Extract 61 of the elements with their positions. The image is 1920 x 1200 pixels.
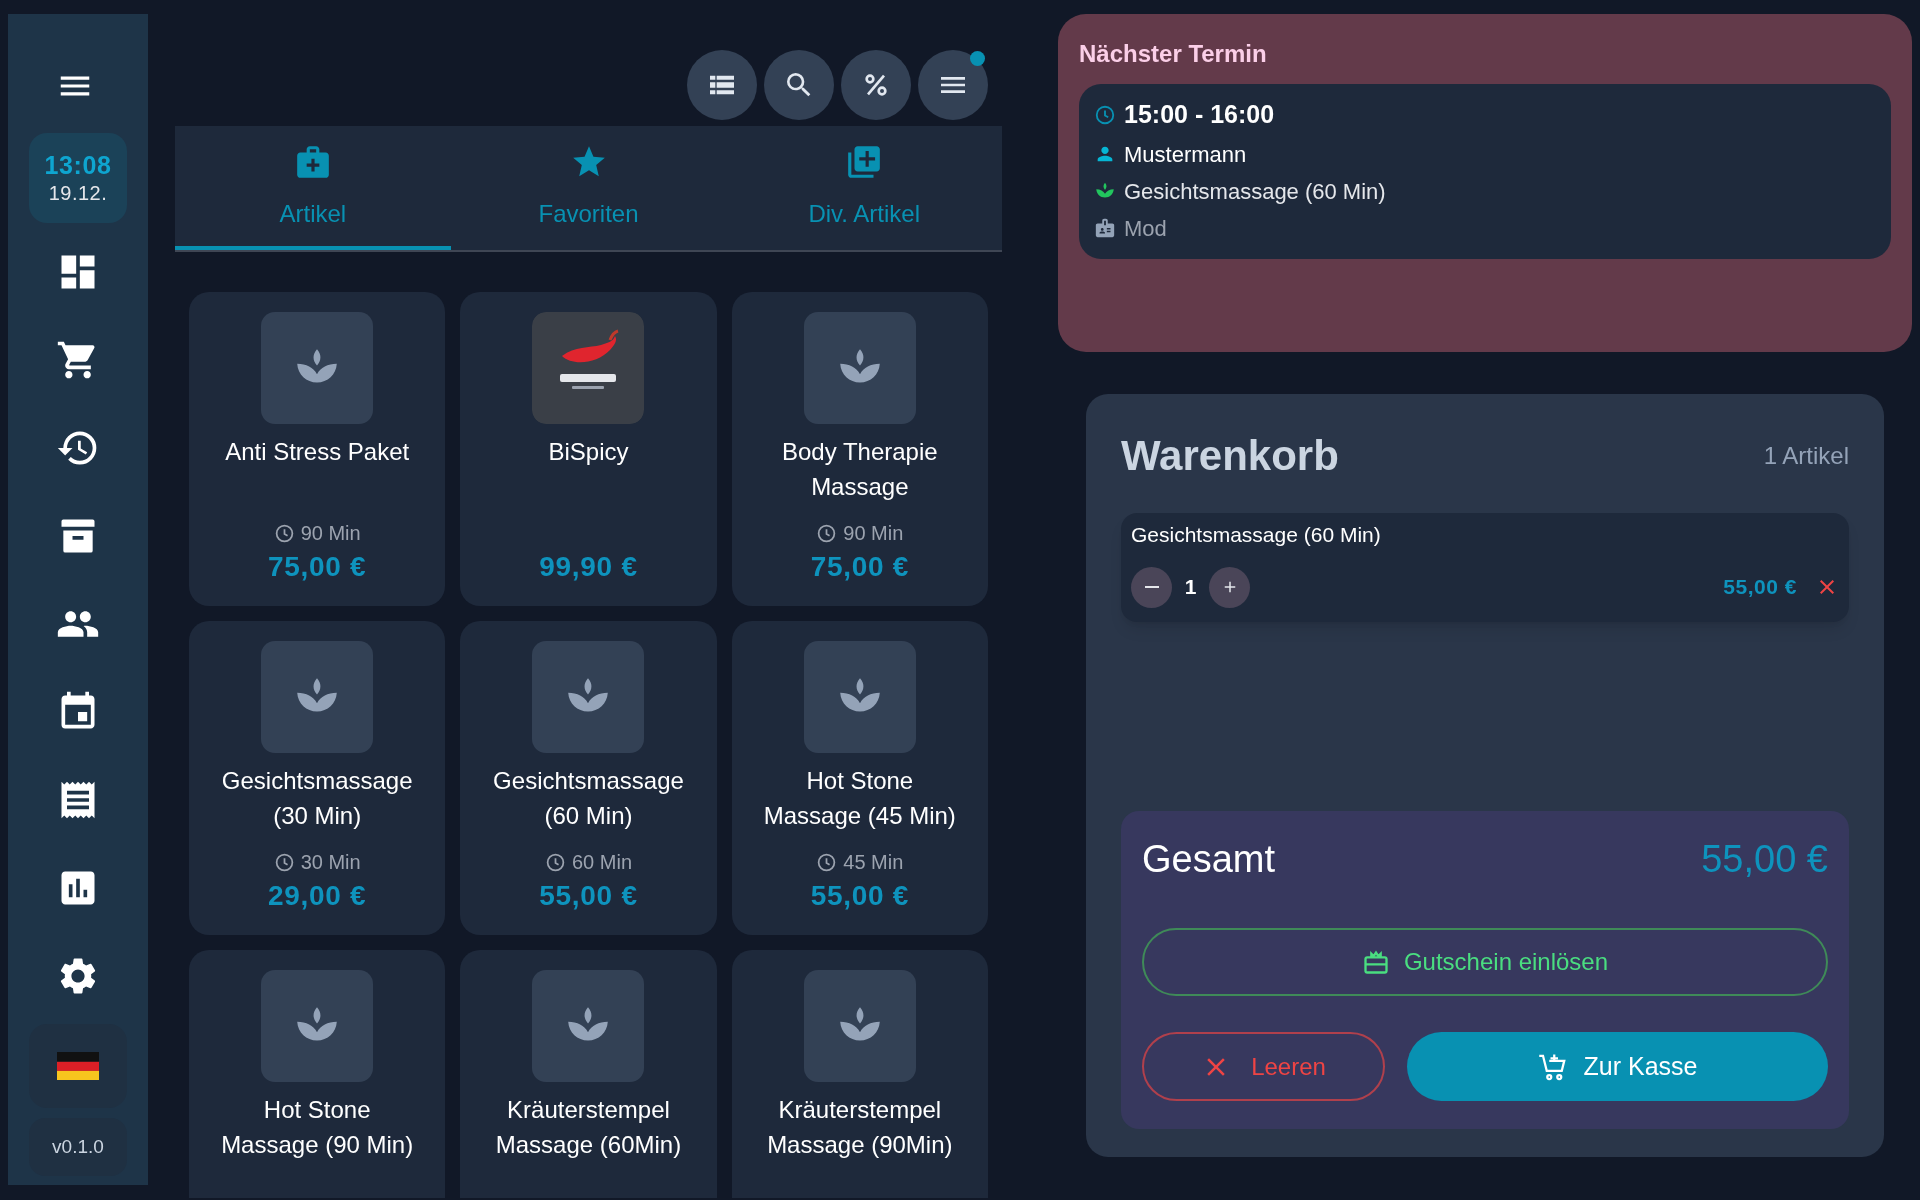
clock-icon xyxy=(544,851,566,873)
german-flag-icon xyxy=(57,1051,99,1081)
gift-icon xyxy=(1361,948,1390,976)
checkout-button[interactable]: Zur Kasse xyxy=(1407,1032,1828,1101)
product-card[interactable]: Gesichtsmassage (60 Min) 60 Min 55,00 € xyxy=(460,621,717,935)
duration-label: 60 Min xyxy=(571,850,632,875)
product-name: Body Therapie Massage xyxy=(781,437,939,502)
quantity: 1 xyxy=(1183,574,1198,601)
cart-item-name: Gesichtsmassage (60 Min) xyxy=(1131,522,1382,548)
staff-name: Mod xyxy=(1124,214,1167,243)
product-price: 75,00 € xyxy=(810,550,909,584)
increase-button[interactable] xyxy=(1209,566,1250,608)
tab[interactable]: Artikel xyxy=(175,126,451,250)
product-card[interactable]: Gesichtsmassage (30 Min) 30 Min 29,00 € xyxy=(189,621,446,935)
product-name: Hot Stone Massage (45 Min) xyxy=(762,766,957,831)
clock-icon xyxy=(273,522,295,544)
product-price: 29,00 € xyxy=(268,879,367,913)
appointment-time: 15:00 - 16:00 xyxy=(1124,99,1275,130)
total-amount: 55,00 € xyxy=(1701,837,1828,882)
clock-date: 19.12. xyxy=(48,181,108,207)
clock-icon xyxy=(273,851,295,873)
duration-label: 45 Min xyxy=(843,850,904,875)
tab[interactable]: Div. Artikel xyxy=(726,126,1002,250)
product-price: 55,00 € xyxy=(810,879,909,913)
product-name: Hot Stone Massage (90 Min) xyxy=(220,1095,415,1160)
product-name: Anti Stress Paket xyxy=(225,437,410,467)
tab[interactable]: Favoriten xyxy=(450,126,727,250)
duration-label: 30 Min xyxy=(300,850,361,875)
duration-label: 90 Min xyxy=(300,521,361,546)
product-name: Kräuterstempel Massage (60Min) xyxy=(494,1095,683,1160)
product-card[interactable]: Hot Stone Massage (90 Min) xyxy=(189,950,446,1198)
language-button[interactable] xyxy=(29,1024,127,1108)
product-card[interactable]: Kräuterstempel Massage (90Min) xyxy=(731,950,988,1198)
product-name: Gesichtsmassage (30 Min) xyxy=(220,766,414,831)
product-card[interactable]: BiSpicy 99,90 € xyxy=(460,292,717,606)
panel-title: Nächster Termin xyxy=(1079,39,1268,69)
voucher-button[interactable]: Gutschein einlösen xyxy=(1142,928,1828,996)
product-card[interactable]: Body Therapie Massage 90 Min 75,00 € xyxy=(731,292,988,606)
id-badge-icon xyxy=(1094,217,1116,239)
customer-name: Mustermann xyxy=(1124,140,1247,169)
minus-icon xyxy=(1143,586,1160,588)
clock-icon xyxy=(816,851,838,873)
item-count: 1 Artikel xyxy=(1763,440,1849,471)
product-name: BiSpicy xyxy=(548,437,629,467)
duration-label: 90 Min xyxy=(843,521,904,546)
clock-icon xyxy=(816,522,838,544)
clock-time: 13:08 xyxy=(44,149,112,181)
product-price: 75,00 € xyxy=(268,550,367,584)
product-card[interactable]: Kräuterstempel Massage (60Min) xyxy=(460,950,717,1198)
cart-title: Warenkorb xyxy=(1121,431,1339,481)
clock-icon xyxy=(1094,103,1116,126)
product-card[interactable]: Hot Stone Massage (45 Min) 45 Min 55,00 € xyxy=(731,621,988,935)
product-name: Gesichtsmassage (60 Min) xyxy=(492,766,685,831)
cart-item-price: 55,00 € xyxy=(1723,574,1797,601)
product-name: Kräuterstempel Massage (90Min) xyxy=(766,1095,954,1160)
product-card[interactable]: Anti Stress Paket 90 Min 75,00 € xyxy=(189,292,446,606)
version-label: v0.1.0 xyxy=(29,1118,127,1176)
total-label: Gesamt xyxy=(1142,837,1276,882)
service-name: Gesichtsmassage (60 Min) xyxy=(1124,177,1386,206)
product-price: 99,90 € xyxy=(539,550,638,584)
product-price: 55,00 € xyxy=(539,879,638,913)
